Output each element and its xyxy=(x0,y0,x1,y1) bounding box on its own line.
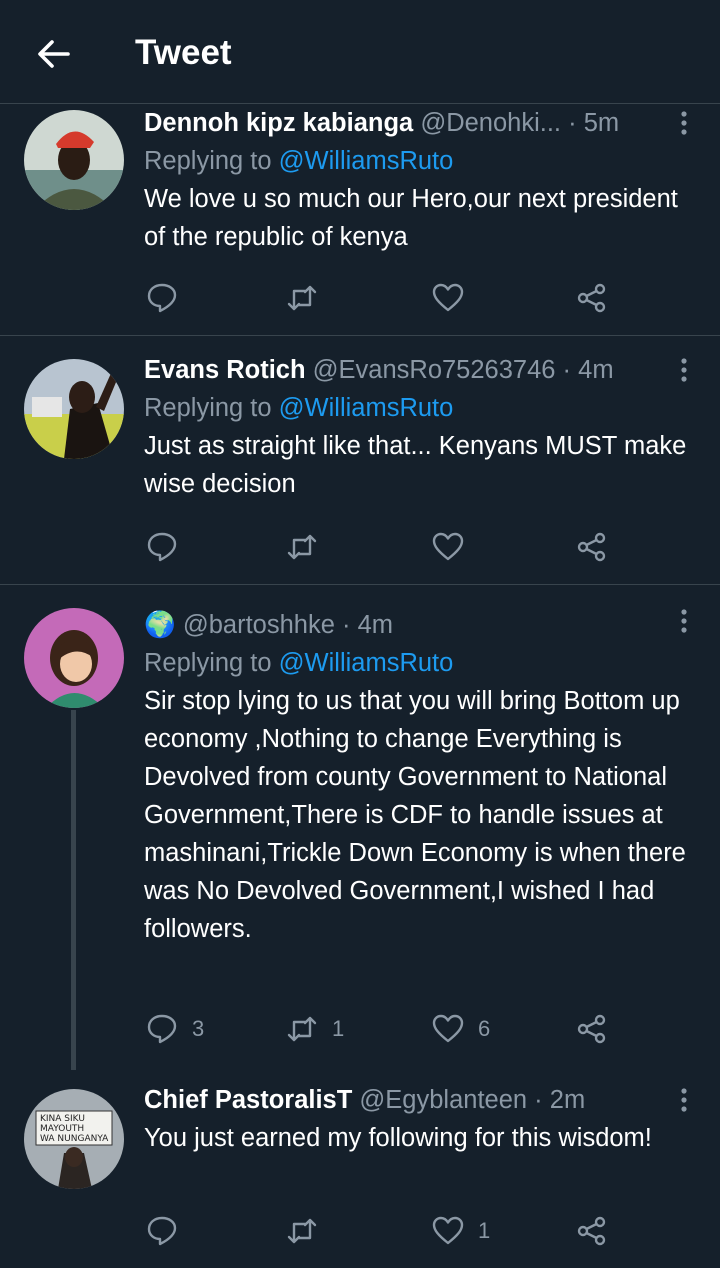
tweet[interactable]: 🌍 @bartoshhke · 4m Replying to @Williams… xyxy=(0,585,720,1075)
heart-icon xyxy=(432,1014,464,1043)
display-name[interactable]: Evans Rotich xyxy=(144,356,306,384)
user-handle[interactable]: @Denohki... xyxy=(420,109,561,137)
tweet-header: 🌍 @bartoshhke · 4m xyxy=(144,606,698,644)
share-icon xyxy=(577,532,606,562)
replying-to: Replying to @WilliamsRuto xyxy=(144,644,698,682)
tweet-header: Chief PastoralisT @Egyblanteen · 2m xyxy=(144,1081,698,1119)
more-vertical-icon[interactable] xyxy=(674,108,694,138)
share-button[interactable] xyxy=(576,1211,608,1251)
like-button[interactable] xyxy=(432,527,478,567)
tweet-header: Evans Rotich @EvansRo75263746 · 4m xyxy=(144,351,698,389)
like-button[interactable] xyxy=(432,278,478,318)
like-count: 1 xyxy=(478,1218,491,1243)
share-button[interactable] xyxy=(576,1009,608,1049)
reply-button[interactable]: 3 xyxy=(146,1009,204,1049)
tweet[interactable]: Dennoh kipz kabianga @Denohki... · 5m Re… xyxy=(0,104,720,336)
share-icon xyxy=(577,1216,606,1246)
heart-icon xyxy=(432,283,464,312)
retweet-icon xyxy=(287,1218,317,1244)
share-button[interactable] xyxy=(576,527,608,567)
timestamp[interactable]: 5m xyxy=(584,109,619,137)
separator-dot: · xyxy=(534,1086,543,1114)
mention-link[interactable]: @WilliamsRuto xyxy=(279,147,454,175)
retweet-button[interactable]: 1 xyxy=(286,1009,344,1049)
user-handle[interactable]: @Egyblanteen xyxy=(359,1086,527,1114)
avatar[interactable] xyxy=(24,359,124,459)
thread-line xyxy=(71,710,76,1070)
like-button[interactable]: 6 xyxy=(432,1009,490,1049)
header-bar: Tweet xyxy=(0,0,720,104)
tweet-actions: 1 xyxy=(144,1211,614,1251)
more-vertical-icon[interactable] xyxy=(674,606,694,636)
tweet-actions: 3 1 6 xyxy=(144,1009,614,1049)
display-name[interactable]: Chief PastoralisT xyxy=(144,1086,352,1114)
tweet-text: We love u so much our Hero,our next pres… xyxy=(144,185,678,251)
heart-icon xyxy=(432,1216,464,1245)
share-icon xyxy=(577,1014,606,1044)
like-button[interactable]: 1 xyxy=(432,1211,490,1251)
tweet-text: Just as straight like that... Kenyans MU… xyxy=(144,432,687,498)
reply-icon xyxy=(147,1014,177,1044)
retweet-icon xyxy=(287,285,317,311)
avatar[interactable] xyxy=(24,608,124,708)
tweet[interactable]: KINA SIKU MAYOUTH WA NUNGANYA Chief Past… xyxy=(0,1075,720,1268)
svg-text:MAYOUTH: MAYOUTH xyxy=(40,1124,84,1134)
retweet-count: 1 xyxy=(332,1016,345,1041)
reply-button[interactable] xyxy=(146,527,192,567)
reply-count: 3 xyxy=(192,1016,205,1041)
like-count: 6 xyxy=(478,1016,491,1041)
more-vertical-icon[interactable] xyxy=(674,355,694,385)
svg-text:WA NUNGANYA: WA NUNGANYA xyxy=(40,1134,109,1144)
more-vertical-icon[interactable] xyxy=(674,1085,694,1115)
tweet-actions xyxy=(144,278,614,318)
mention-link[interactable]: @WilliamsRuto xyxy=(279,649,454,677)
timestamp[interactable]: 2m xyxy=(550,1086,585,1114)
display-name[interactable]: Dennoh kipz kabianga xyxy=(144,109,413,137)
timestamp[interactable]: 4m xyxy=(578,356,613,384)
user-handle[interactable]: @EvansRo75263746 xyxy=(313,356,556,384)
display-name[interactable]: 🌍 xyxy=(144,611,176,639)
user-handle[interactable]: @bartoshhke xyxy=(183,611,335,639)
tweet[interactable]: Evans Rotich @EvansRo75263746 · 4m Reply… xyxy=(0,336,720,585)
tweet-actions xyxy=(144,527,614,567)
replying-to: Replying to @WilliamsRuto xyxy=(144,389,698,427)
svg-text:KINA SIKU: KINA SIKU xyxy=(40,1114,85,1124)
separator-dot: · xyxy=(568,109,577,137)
reply-icon xyxy=(147,1216,177,1246)
separator-dot: · xyxy=(562,356,572,384)
retweet-icon xyxy=(287,534,317,560)
separator-dot: · xyxy=(342,611,351,639)
tweet-header: Dennoh kipz kabianga @Denohki... · 5m xyxy=(144,104,698,142)
page-title: Tweet xyxy=(135,33,232,72)
replying-prefix: Replying to xyxy=(144,649,279,677)
reply-icon xyxy=(147,532,177,562)
tweet-text: Sir stop lying to us that you will bring… xyxy=(144,687,686,943)
arrow-left-icon[interactable] xyxy=(34,34,74,74)
tweet-text: You just earned my following for this wi… xyxy=(144,1124,652,1152)
reply-button[interactable] xyxy=(146,278,192,318)
avatar[interactable]: KINA SIKU MAYOUTH WA NUNGANYA xyxy=(24,1089,124,1189)
retweet-icon xyxy=(287,1016,317,1042)
retweet-button[interactable] xyxy=(286,527,332,567)
mention-link[interactable]: @WilliamsRuto xyxy=(279,394,454,422)
retweet-button[interactable] xyxy=(286,278,332,318)
share-button[interactable] xyxy=(576,278,608,318)
retweet-button[interactable] xyxy=(286,1211,332,1251)
heart-icon xyxy=(432,532,464,561)
reply-button[interactable] xyxy=(146,1211,192,1251)
reply-icon xyxy=(147,283,177,313)
replying-prefix: Replying to xyxy=(144,394,279,422)
share-icon xyxy=(577,283,606,313)
replying-to: Replying to @WilliamsRuto xyxy=(144,142,698,180)
avatar[interactable] xyxy=(24,110,124,210)
replying-prefix: Replying to xyxy=(144,147,279,175)
timestamp[interactable]: 4m xyxy=(358,611,393,639)
